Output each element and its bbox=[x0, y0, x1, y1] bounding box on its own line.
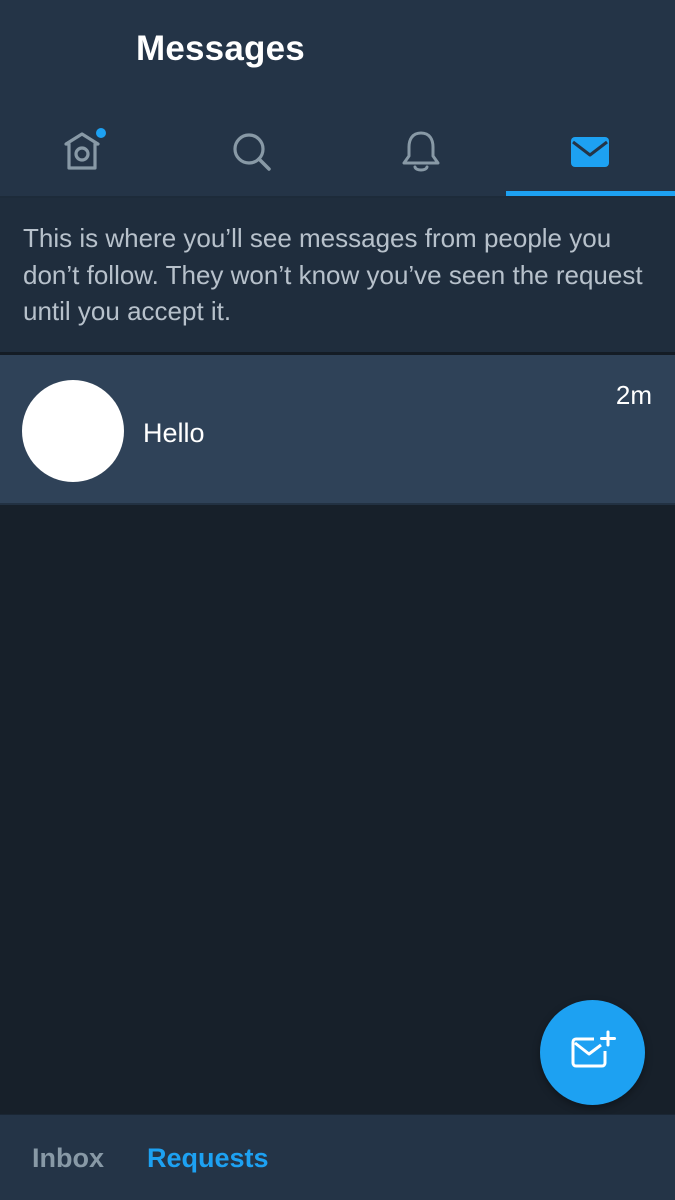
message-preview: Hello bbox=[143, 418, 205, 448]
bell-icon bbox=[400, 129, 442, 175]
page-title: Messages bbox=[136, 29, 305, 68]
tab-requests[interactable]: Requests bbox=[147, 1141, 269, 1175]
header: Messages bbox=[0, 0, 675, 197]
info-banner: This is where you’ll see messages from p… bbox=[0, 198, 675, 352]
tab-home[interactable] bbox=[0, 112, 168, 192]
divider bbox=[0, 503, 675, 505]
message-request-row[interactable]: Hello 2m bbox=[0, 355, 675, 503]
notification-dot bbox=[96, 128, 106, 138]
avatar[interactable] bbox=[22, 380, 124, 482]
info-text: This is where you’ll see messages from p… bbox=[23, 223, 643, 326]
new-message-icon bbox=[570, 1030, 616, 1075]
bottom-tab-bar: Inbox Requests bbox=[0, 1114, 675, 1200]
home-icon bbox=[60, 127, 108, 177]
timestamp: 2m bbox=[615, 380, 652, 410]
tab-notifications[interactable] bbox=[337, 112, 505, 192]
tab-search[interactable] bbox=[168, 112, 336, 192]
tab-messages[interactable] bbox=[506, 112, 674, 192]
new-message-button[interactable] bbox=[540, 1000, 645, 1105]
envelope-icon bbox=[569, 134, 611, 170]
requests-screen: Messages This is where you’ll see messag… bbox=[0, 0, 675, 1200]
tab-inbox[interactable]: Inbox bbox=[32, 1141, 104, 1175]
search-icon bbox=[230, 130, 274, 174]
